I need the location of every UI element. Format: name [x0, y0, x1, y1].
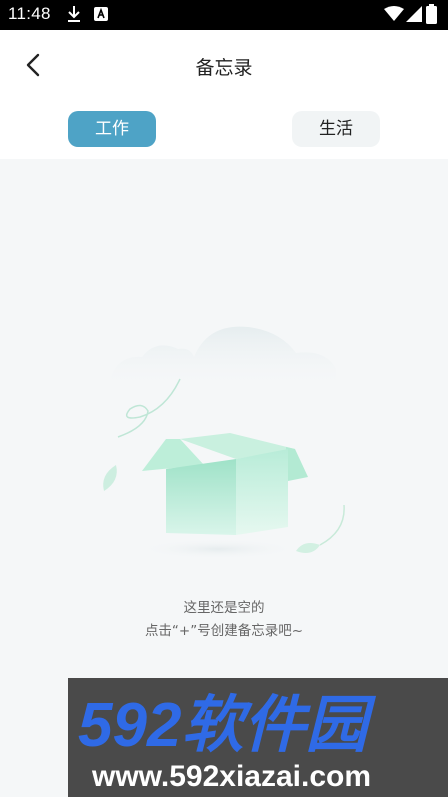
battery-icon — [426, 4, 437, 24]
watermark-banner: 592软件园 www.592xiazai.com — [68, 678, 448, 797]
status-time: 11:48 — [8, 4, 51, 23]
empty-message-line2: 点击“+”号创建备忘录吧~ — [144, 623, 304, 639]
tab-work[interactable]: 工作 — [68, 111, 156, 147]
page-title: 备忘录 — [195, 57, 253, 79]
empty-message-line1: 这里还是空的 — [183, 600, 265, 616]
header: 备忘录 — [0, 30, 448, 100]
empty-box-illustration — [103, 326, 345, 559]
download-icon — [68, 6, 80, 22]
watermark-url: www.592xiazai.com — [91, 760, 371, 793]
wifi-icon — [384, 6, 404, 21]
watermark-brand: 592软件园 — [78, 691, 376, 760]
tab-bar: 工作 生活 — [0, 100, 448, 159]
tab-life[interactable]: 生活 — [292, 111, 380, 147]
signal-icon — [406, 6, 422, 22]
status-bar: 11:48 — [0, 0, 448, 30]
app-notification-icon — [94, 7, 108, 21]
